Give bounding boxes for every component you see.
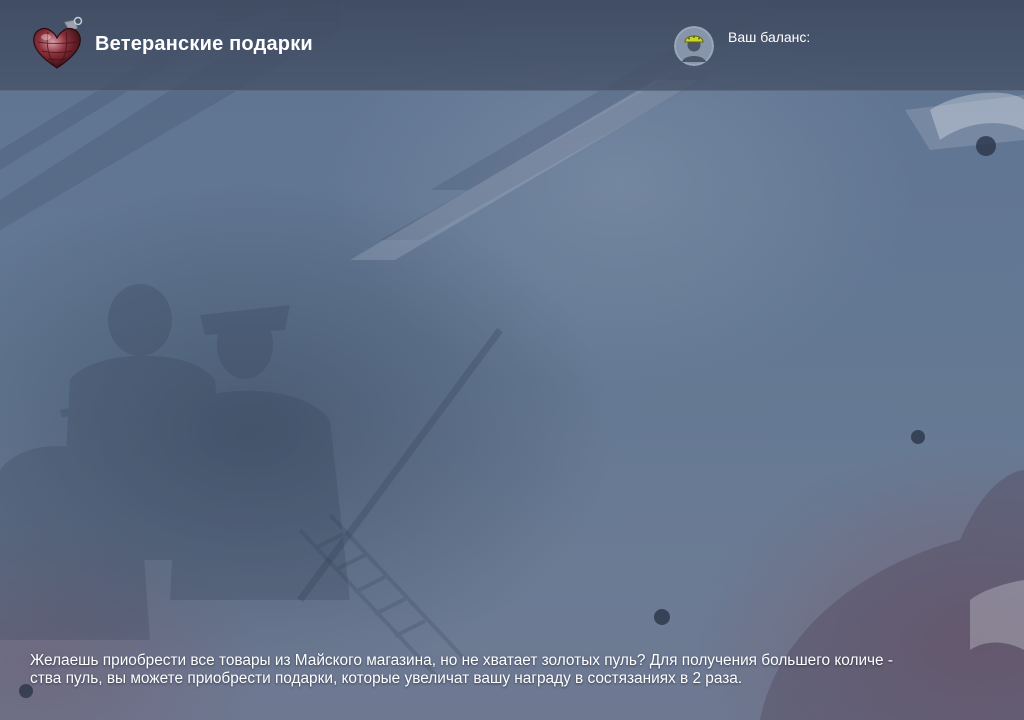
grenade-heart-icon	[28, 16, 86, 74]
header-bar: Ветеранские подарки Ваш баланс:	[0, 0, 1024, 91]
gifts-description: Желаешь приобрести все товары из Майског…	[30, 652, 990, 688]
balance-label: Ваш баланс:	[728, 29, 811, 45]
page-title: Ветеранские подарки	[95, 33, 313, 55]
description-line: ства пуль, вы можете приобрести подарки,…	[30, 670, 743, 687]
gifts-window: Ветеранские подарки Ваш баланс: Желаешь …	[0, 0, 1024, 720]
background-illustration	[0, 0, 1024, 720]
soldier-avatar-icon	[674, 26, 714, 66]
bullet-hole-icon	[19, 136, 996, 698]
user-avatar[interactable]	[674, 26, 714, 66]
description-line: Желаешь приобрести все товары из Майског…	[30, 652, 894, 669]
